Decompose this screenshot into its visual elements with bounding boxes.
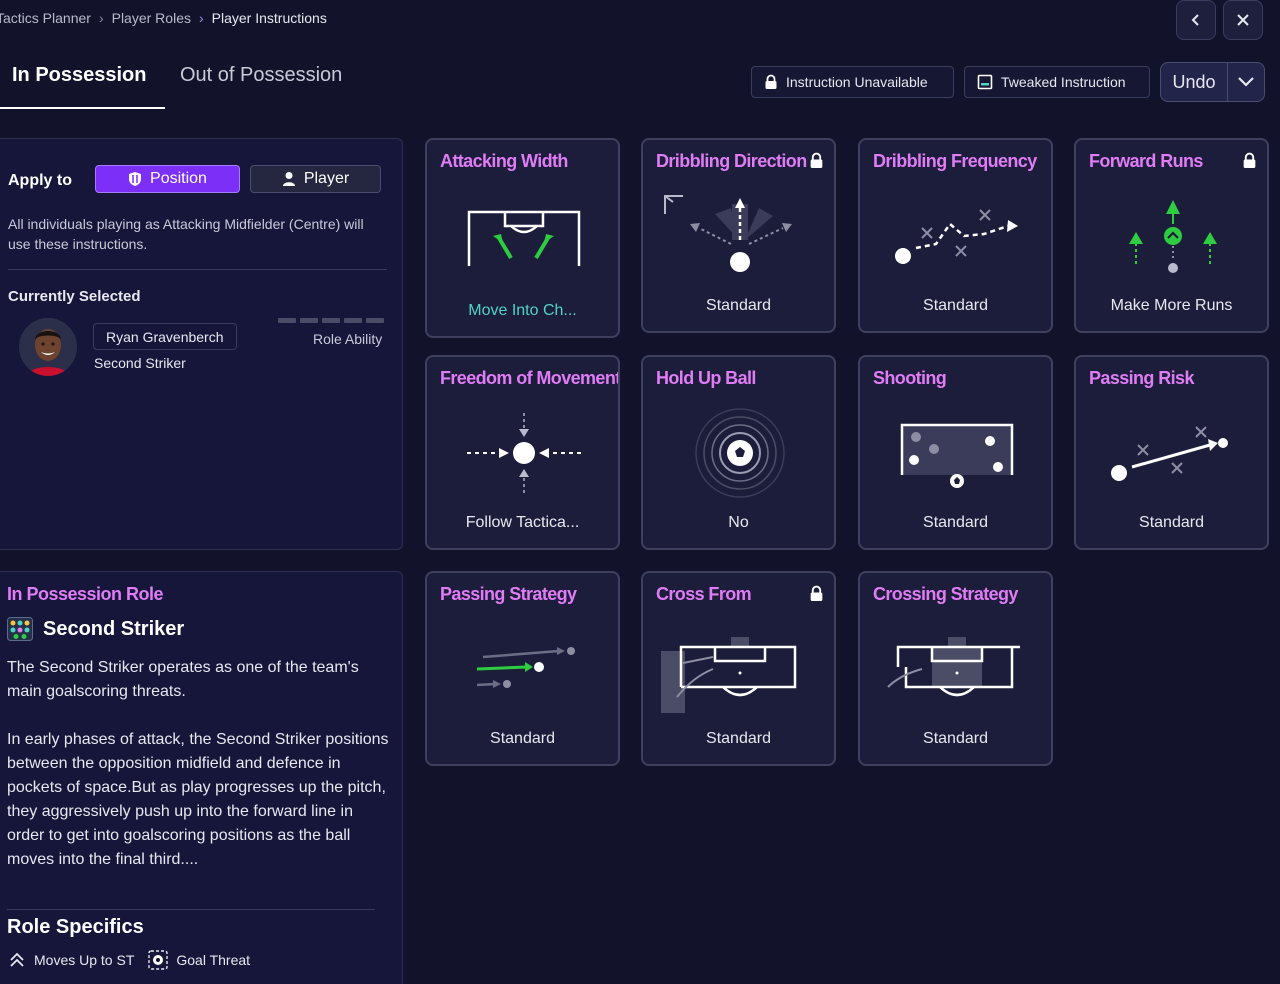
card-value: Standard — [706, 297, 771, 314]
apply-player-label: Player — [303, 170, 350, 187]
tab-underline — [0, 107, 165, 109]
breadcrumb-item-player-instructions: Player Instructions — [211, 10, 327, 26]
card-value: Standard — [923, 730, 988, 747]
instruction-card-forward-runs[interactable]: Forward Runs Make More Runs — [1074, 138, 1269, 333]
card-title: Dribbling Frequency — [873, 151, 1037, 171]
role-ability-bars — [278, 318, 384, 323]
card-value: Follow Tactica... — [465, 514, 580, 531]
card-title: Cross From — [656, 584, 752, 604]
lock-icon — [765, 74, 777, 89]
back-button[interactable] — [1176, 0, 1216, 40]
breadcrumb-item-player-roles[interactable]: Player Roles — [112, 10, 191, 26]
card-title: Crossing Strategy — [873, 584, 1018, 604]
close-icon — [1237, 14, 1249, 26]
apply-to-label: Apply to — [8, 172, 72, 189]
legend-instruction-unavailable: Instruction Unavailable — [751, 66, 954, 98]
legend-tweaked-instruction: Tweaked Instruction — [964, 66, 1150, 98]
avatar — [19, 318, 77, 376]
instruction-card-freedom-of-movement[interactable]: Freedom of Movement Follow Tactica... — [425, 355, 620, 550]
player-role: Second Striker — [94, 355, 186, 371]
card-title: Attacking Width — [440, 151, 568, 171]
card-title: Dribbling Direction — [656, 151, 807, 171]
role-specific-item: Moves Up to ST — [34, 952, 135, 968]
card-title: Hold Up Ball — [656, 368, 756, 388]
close-button[interactable] — [1223, 0, 1263, 40]
player-name: Ryan Gravenberch — [106, 328, 224, 345]
instruction-card-cross-from[interactable]: Cross From Standard — [641, 571, 836, 766]
instruction-card-passing-strategy[interactable]: Passing Strategy Standard — [425, 571, 620, 766]
apply-player-button[interactable]: Player — [250, 165, 381, 193]
undo-dropdown[interactable] — [1227, 63, 1264, 101]
card-value: Standard — [923, 297, 988, 314]
tab-out-of-possession[interactable]: Out of Possession — [180, 64, 342, 87]
card-title: Forward Runs — [1089, 151, 1203, 171]
card-title: Passing Risk — [1089, 368, 1194, 388]
role-heading: In Possession Role — [7, 584, 164, 604]
role-description: The Second Striker operates as one of th… — [7, 656, 392, 872]
shield-icon — [129, 172, 142, 186]
lock-icon — [810, 585, 823, 601]
instruction-card-shooting[interactable]: Shooting Standard — [858, 355, 1053, 550]
divider — [7, 909, 375, 910]
card-value: Standard — [1139, 514, 1204, 531]
role-icon — [7, 617, 33, 641]
role-ability-label: Role Ability — [313, 331, 383, 347]
instruction-card-dribbling-direction[interactable]: Dribbling Direction Standard — [641, 138, 836, 333]
instruction-card-attacking-width[interactable]: Attacking Width Move Into Ch... — [425, 138, 620, 338]
tab-in-possession[interactable]: In Possession — [12, 64, 147, 87]
undo-button[interactable]: Undo — [1160, 62, 1265, 102]
chevron-left-icon — [1191, 14, 1199, 26]
card-value: Standard — [490, 730, 555, 747]
legend-tweaked-label: Tweaked Instruction — [1001, 74, 1126, 90]
instruction-card-dribbling-frequency[interactable]: Dribbling Frequency Standard — [858, 138, 1053, 333]
player-name-box[interactable]: Ryan Gravenberch — [93, 323, 237, 350]
lock-icon — [1243, 152, 1256, 168]
role-name: Second Striker — [43, 617, 185, 640]
chevron-right-icon: › — [198, 10, 204, 26]
role-name-row: Second Striker — [7, 617, 184, 641]
role-description-para2: In early phases of attack, the Second St… — [7, 731, 389, 868]
undo-label: Undo — [1172, 71, 1216, 92]
divider — [8, 269, 387, 270]
legend-unavailable-label: Instruction Unavailable — [786, 74, 928, 90]
apply-position-label: Position — [150, 170, 207, 187]
role-specific-item: Goal Threat — [176, 952, 251, 968]
apply-description: All individuals playing as Attacking Mid… — [8, 216, 364, 252]
instruction-card-crossing-strategy[interactable]: Crossing Strategy Standard — [858, 571, 1053, 766]
chevron-right-icon: › — [98, 10, 104, 26]
lock-icon — [810, 152, 823, 168]
card-value: No — [728, 514, 749, 531]
player-face-icon — [19, 318, 77, 376]
apply-position-button[interactable]: Position — [95, 165, 240, 193]
football-icon — [148, 950, 169, 970]
card-value: Move Into Ch... — [468, 302, 577, 319]
card-value: Standard — [923, 514, 988, 531]
chevron-down-icon — [1238, 77, 1254, 87]
breadcrumb: Tactics Planner › Player Roles › Player … — [0, 10, 327, 26]
role-specifics-list: Moves Up to ST Goal Threat — [8, 950, 250, 970]
chevrons-up-icon — [10, 952, 24, 967]
currently-selected-heading: Currently Selected — [8, 288, 141, 305]
person-icon — [282, 172, 295, 186]
role-description-para1: The Second Striker operates as one of th… — [7, 659, 359, 700]
card-title: Passing Strategy — [440, 584, 577, 604]
card-value: Standard — [706, 730, 771, 747]
card-title: Freedom of Movement — [440, 368, 620, 388]
role-specifics-heading: Role Specifics — [7, 916, 144, 938]
card-title: Shooting — [873, 368, 947, 388]
instruction-card-hold-up-ball[interactable]: Hold Up Ball No — [641, 355, 836, 550]
instruction-card-passing-risk[interactable]: Passing Risk Standard — [1074, 355, 1269, 550]
breadcrumb-item-tactics-planner[interactable]: Tactics Planner — [0, 10, 91, 26]
card-value: Make More Runs — [1110, 297, 1233, 314]
tweaked-icon — [977, 74, 993, 90]
